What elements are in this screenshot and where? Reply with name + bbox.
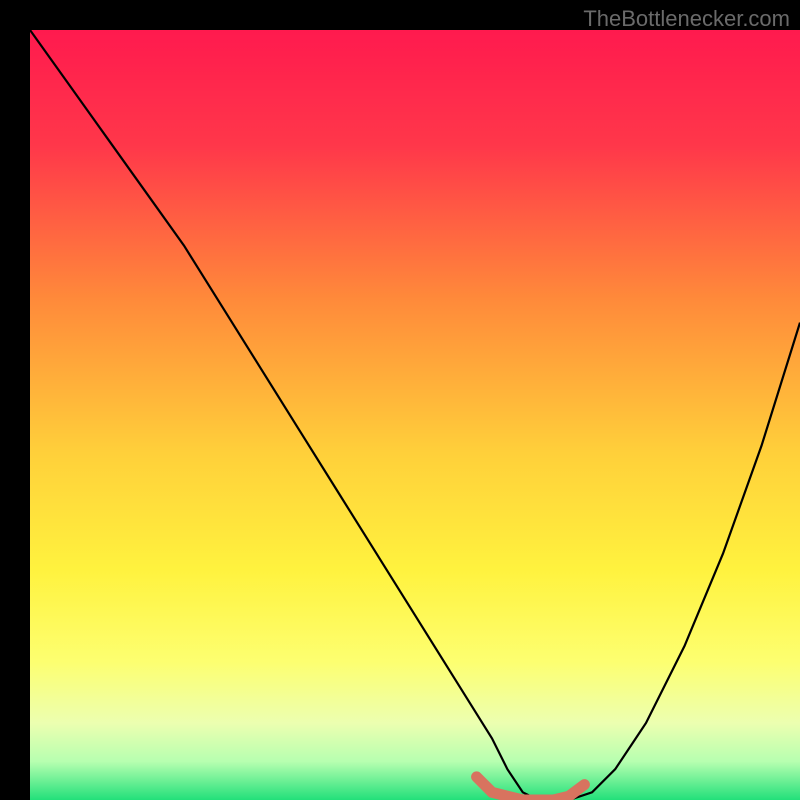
plot-background [30, 30, 800, 800]
watermark-text: TheBottlenecker.com [583, 6, 790, 32]
chart-svg [0, 0, 800, 800]
bottleneck-chart [0, 0, 800, 800]
